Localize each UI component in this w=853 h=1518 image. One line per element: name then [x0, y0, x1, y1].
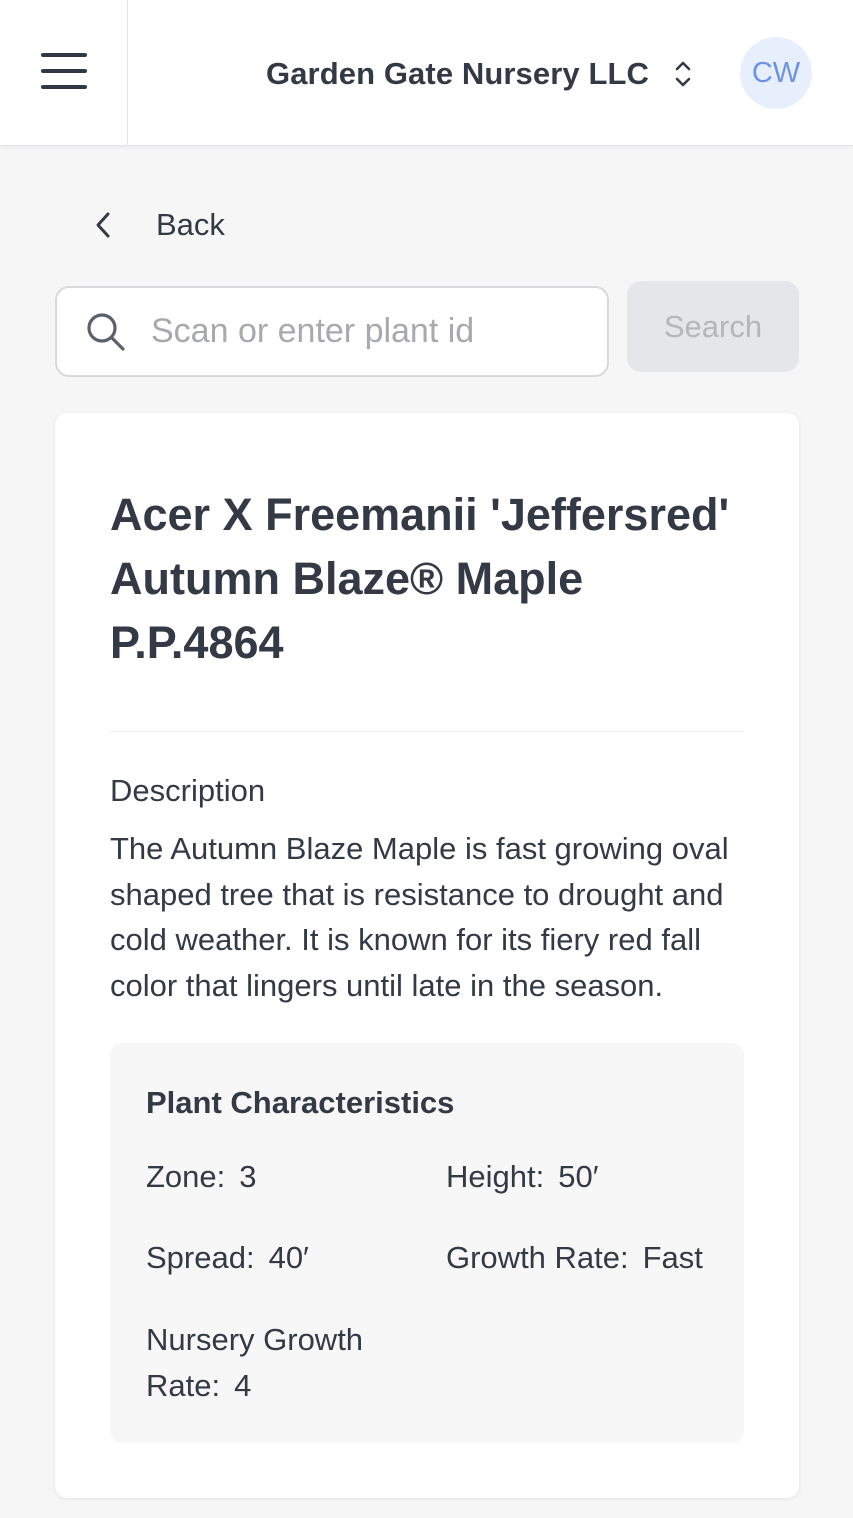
spread-characteristic: Spread: 40′ [146, 1235, 309, 1281]
user-avatar[interactable]: CW [740, 37, 812, 109]
spread-value: 40′ [268, 1240, 309, 1275]
height-value: 50′ [558, 1159, 599, 1194]
zone-label: Zone: [146, 1159, 226, 1194]
nursery-growth-rate-label-line2: Rate: [146, 1368, 221, 1403]
growth-rate-value: Fast [642, 1240, 703, 1275]
organization-name: Garden Gate Nursery LLC [266, 56, 650, 91]
chevron-left-icon [90, 211, 116, 239]
plant-title: Acer X Freemanii 'Jeffersred' Autumn Bla… [110, 489, 730, 668]
plant-characteristics-panel: Plant Characteristics Zone: 3 Height: 50′ … [110, 1043, 744, 1443]
search-field[interactable] [55, 286, 609, 377]
divider [110, 731, 744, 732]
search-icon [85, 311, 127, 353]
organization-switcher[interactable]: Garden Gate Nursery LLC [266, 50, 691, 98]
back-label: Back [156, 207, 225, 242]
zone-value: 3 [239, 1159, 257, 1194]
height-characteristic: Height: 50′ [446, 1154, 599, 1200]
nursery-growth-rate-label-line1: Nursery Growth [146, 1322, 364, 1357]
nursery-growth-rate-characteristic: Nursery Growth Rate: 4 [146, 1317, 363, 1409]
growth-rate-characteristic: Growth Rate: Fast [446, 1235, 703, 1281]
search-button[interactable]: Search [627, 281, 799, 372]
menu-button[interactable] [0, 0, 128, 146]
description-label: Description [110, 773, 266, 808]
zone-characteristic: Zone: 3 [146, 1154, 257, 1200]
characteristics-heading: Plant Characteristics [146, 1085, 455, 1120]
top-bar: Garden Gate Nursery LLC CW [0, 0, 853, 146]
growth-rate-label: Growth Rate: [446, 1240, 629, 1275]
height-label: Height: [446, 1159, 545, 1194]
spread-label: Spread: [146, 1240, 255, 1275]
chevron-up-down-icon [675, 60, 691, 88]
plant-detail-card: Acer X Freemanii 'Jeffersred' Autumn Bla… [55, 413, 799, 1498]
back-button[interactable]: Back [90, 200, 225, 250]
nursery-growth-rate-value: 4 [234, 1368, 252, 1403]
plant-id-input[interactable] [151, 312, 591, 351]
description-text: The Autumn Blaze Maple is fast growing o… [110, 831, 729, 1003]
hamburger-menu-icon [40, 52, 87, 94]
